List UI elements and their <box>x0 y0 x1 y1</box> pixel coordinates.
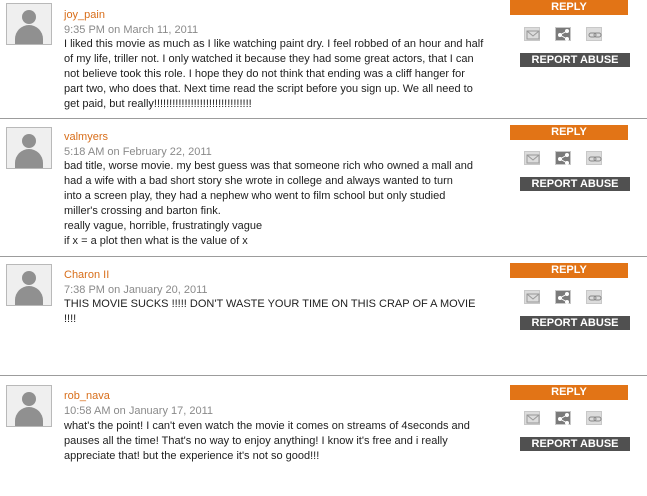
report-abuse-button[interactable]: REPORT ABUSE <box>520 177 630 191</box>
share-icon[interactable] <box>555 290 571 304</box>
reply-button[interactable]: REPLY <box>510 385 628 400</box>
comment-timestamp: 7:38 PM on January 20, 2011 <box>64 284 208 296</box>
comment-line: get paid, but really!!!!!!!!!!!!!!!!!!!!… <box>64 98 252 110</box>
avatar <box>6 264 52 306</box>
email-icon[interactable] <box>524 290 540 304</box>
avatar <box>6 3 52 45</box>
comment-username[interactable]: rob_nava <box>64 390 110 402</box>
share-icon[interactable] <box>555 151 571 165</box>
divider <box>0 256 647 257</box>
reply-button[interactable]: REPLY <box>510 125 628 140</box>
comment-line: of my life, triller not. I only watched … <box>64 53 474 65</box>
share-icon[interactable] <box>555 27 571 41</box>
comment-line: miller's crossing and barton fink. <box>64 205 221 217</box>
comment-text: I liked this movie as much as I like wat… <box>64 37 484 112</box>
reply-button[interactable]: REPLY <box>510 0 628 15</box>
link-icon[interactable] <box>586 27 602 41</box>
comment-line: I liked this movie as much as I like wat… <box>64 38 484 50</box>
email-icon[interactable] <box>524 411 540 425</box>
report-abuse-button[interactable]: REPORT ABUSE <box>520 53 630 67</box>
comment-line: appreciate that! but the experience it's… <box>64 450 320 462</box>
comment-line: bad title, worse movie. my best guess wa… <box>64 160 474 172</box>
comment-line: had a wife with a bad short story she wr… <box>64 175 453 187</box>
avatar <box>6 127 52 169</box>
link-icon[interactable] <box>586 151 602 165</box>
email-icon[interactable] <box>524 151 540 165</box>
comment-line: into a screen play, they had a nephew wh… <box>64 190 446 202</box>
comment-line: pauses all the time! That's no way to en… <box>64 435 448 447</box>
divider <box>0 118 647 119</box>
report-abuse-button[interactable]: REPORT ABUSE <box>520 316 630 330</box>
comment-text: what's the point! I can't even watch the… <box>64 419 484 464</box>
comment-username[interactable]: Charon II <box>64 269 109 281</box>
link-icon[interactable] <box>586 411 602 425</box>
comment-line: what's the point! I can't even watch the… <box>64 420 470 432</box>
comment-line: THIS MOVIE SUCKS !!!!! DON'T WASTE YOUR … <box>64 298 476 325</box>
comment-line: really vague, horrible, frustratingly va… <box>64 220 263 232</box>
email-icon[interactable] <box>524 27 540 41</box>
avatar <box>6 385 52 427</box>
report-abuse-button[interactable]: REPORT ABUSE <box>520 437 630 451</box>
comment-timestamp: 10:58 AM on January 17, 2011 <box>64 405 214 417</box>
link-icon[interactable] <box>586 290 602 304</box>
reply-button[interactable]: REPLY <box>510 263 628 278</box>
comment-text: THIS MOVIE SUCKS !!!!! DON'T WASTE YOUR … <box>64 297 484 327</box>
comment-username[interactable]: joy_pain <box>64 9 105 21</box>
comment-line: part two, who does that. Next time read … <box>64 83 473 95</box>
comment-username[interactable]: valmyers <box>64 131 108 143</box>
comment-timestamp: 5:18 AM on February 22, 2011 <box>64 146 212 158</box>
comment-line: if x = a plot then what is the value of … <box>64 235 248 247</box>
divider <box>0 375 647 376</box>
comment-text: bad title, worse movie. my best guess wa… <box>64 159 484 249</box>
share-icon[interactable] <box>555 411 571 425</box>
comment-timestamp: 9:35 PM on March 11, 2011 <box>64 24 199 36</box>
comment-line: not believe took this role. I hope they … <box>64 68 465 80</box>
